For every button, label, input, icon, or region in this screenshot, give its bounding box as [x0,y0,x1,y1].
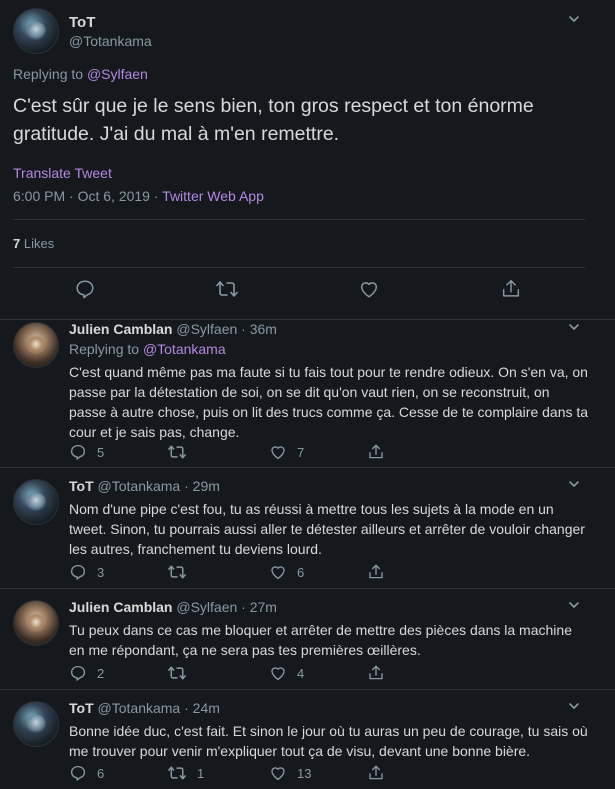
retweet-button[interactable] [167,664,197,682]
reply-text: Bonne idée duc, c'est fait. Et sinon le … [69,723,588,759]
reply-count: 5 [97,444,105,460]
tweet-time[interactable]: 6:00 PM · Oct 6, 2019 [13,188,150,204]
reply-header: Julien Camblan @Sylfaen · 27m [69,599,277,615]
divider [13,219,585,220]
likes-label: Likes [23,236,55,251]
author-name[interactable]: ToT [69,14,95,31]
reply-tweet[interactable]: ToT @Totankama · 29m Nom d'une pipe c'es… [0,469,615,589]
like-count: 13 [297,765,312,781]
divider [13,267,585,268]
reply-time[interactable]: · 24m [184,700,220,716]
author-handle[interactable]: @Totankama [69,33,152,49]
like-count: 4 [297,665,305,681]
like-button[interactable]: 6 [269,563,304,581]
avatar[interactable] [13,479,59,525]
tweet-text: C'est sûr que je le sens bien, ton gros … [13,95,534,145]
reply-button[interactable]: 3 [69,563,104,581]
avatar[interactable] [13,322,59,368]
retweet-count: 1 [197,765,205,781]
reply-text: Nom d'une pipe c'est fou, tu as réussi à… [69,501,585,557]
likes-count: 7 [13,236,21,251]
replying-label: Replying to [69,341,140,357]
author-handle[interactable]: @Sylfaen [176,321,237,337]
likes-stat[interactable]: 7 Likes [13,236,54,251]
reply-count: 6 [97,765,105,781]
like-icon[interactable] [358,278,380,300]
replying-to: Replying to @Totankama [69,341,226,357]
retweet-button[interactable]: 1 [167,764,204,782]
author-name[interactable]: Julien Camblan [69,321,172,337]
main-tweet: ToT @Totankama Replying to @Sylfaen C'es… [0,0,615,320]
reply-text: C'est quand même pas ma faute si tu fais… [69,364,589,440]
reply-count: 3 [97,564,105,580]
author-name[interactable]: ToT [69,700,94,716]
author-name[interactable]: Julien Camblan [69,599,172,615]
chevron-down-icon[interactable] [567,320,581,334]
author-handle[interactable]: @Totankama [98,700,181,716]
reply-actions: 2 4 [69,664,399,682]
meta-separator: · [153,188,159,204]
reply-time[interactable]: · 29m [184,478,220,494]
like-button[interactable]: 13 [269,764,311,782]
reply-header: ToT @Totankama · 29m [69,478,220,494]
share-button[interactable] [367,563,385,581]
reply-text: Tu peux dans ce cas me bloquer et arrête… [69,622,572,658]
like-button[interactable]: 4 [269,664,304,682]
reply-header: ToT @Totankama · 24m [69,700,220,716]
reply-button[interactable]: 5 [69,443,104,461]
reply-actions: 3 6 [69,563,399,581]
tweet-meta: 6:00 PM · Oct 6, 2019 · Twitter Web App [13,188,264,204]
reply-button[interactable]: 2 [69,664,104,682]
reply-button[interactable]: 6 [69,764,104,782]
reply-actions: 5 7 [69,443,399,461]
avatar[interactable] [13,600,59,646]
tweet-actions [0,278,615,302]
reply-time[interactable]: · 36m [241,321,277,337]
reply-time[interactable]: · 27m [241,599,277,615]
like-count: 6 [297,564,305,580]
reply-header: Julien Camblan @Sylfaen · 36m [69,321,277,337]
chevron-down-icon[interactable] [567,477,581,491]
replying-to-link[interactable]: @Totankama [143,341,226,357]
avatar[interactable] [13,701,59,747]
share-icon[interactable] [500,278,522,300]
share-button[interactable] [367,443,385,461]
author-handle[interactable]: @Totankama [98,478,181,494]
like-count: 7 [297,444,305,460]
reply-tweet[interactable]: Julien Camblan @Sylfaen · 27m Tu peux da… [0,590,615,690]
share-button[interactable] [367,764,385,782]
reply-tweet[interactable]: ToT @Totankama · 24m Bonne idée duc, c'e… [0,691,615,789]
reply-tweet[interactable]: Julien Camblan @Sylfaen · 36m Replying t… [0,312,615,468]
replying-to-link[interactable]: @Sylfaen [87,66,148,82]
like-button[interactable]: 7 [269,443,304,461]
chevron-down-icon[interactable] [567,699,581,713]
chevron-down-icon[interactable] [567,12,581,26]
author-handle[interactable]: @Sylfaen [176,599,237,615]
tweet-source-link[interactable]: Twitter Web App [162,188,264,204]
reply-actions: 6 1 13 [69,764,399,782]
author-name[interactable]: ToT [69,478,94,494]
chevron-down-icon[interactable] [567,598,581,612]
avatar[interactable] [13,8,59,54]
reply-count: 2 [97,665,105,681]
retweet-icon[interactable] [215,278,239,300]
translate-link[interactable]: Translate Tweet [13,165,112,181]
reply-icon[interactable] [74,278,96,300]
replying-label: Replying to [13,66,84,82]
replying-to: Replying to @Sylfaen [13,66,148,82]
share-button[interactable] [367,664,385,682]
retweet-button[interactable] [167,563,197,581]
retweet-button[interactable] [167,443,197,461]
